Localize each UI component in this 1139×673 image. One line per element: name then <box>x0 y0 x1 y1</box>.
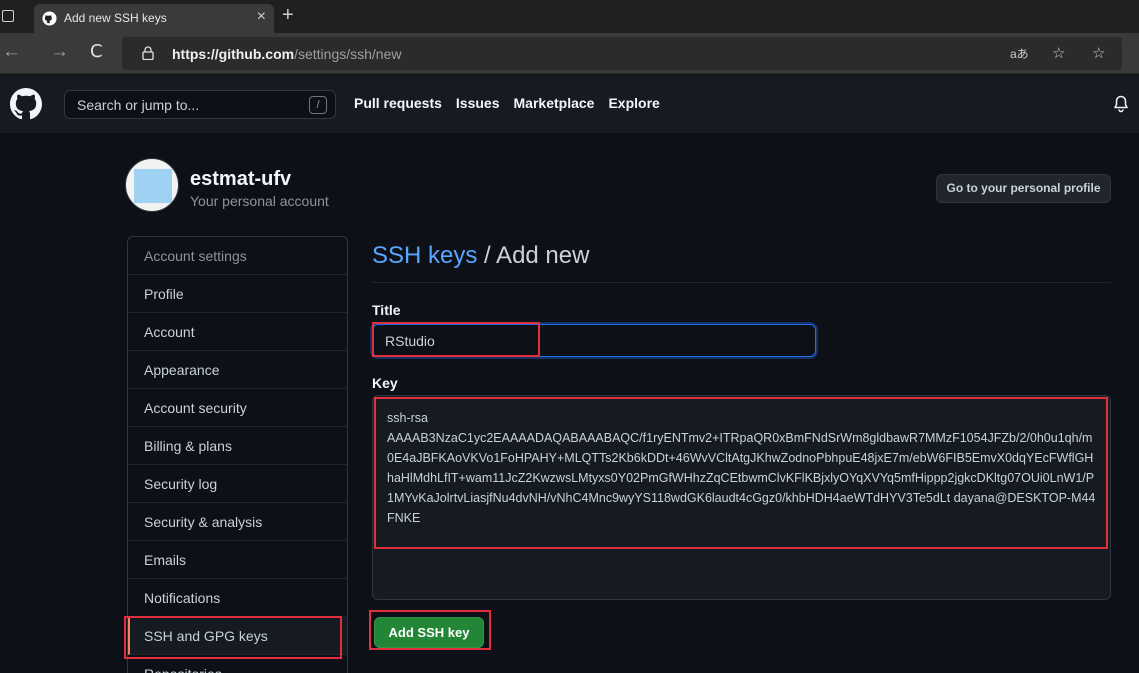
add-favorite-icon[interactable]: ☆ <box>1052 45 1065 63</box>
sidebar-heading: Account settings <box>128 237 347 275</box>
go-to-profile-button[interactable]: Go to your personal profile <box>936 174 1111 203</box>
nav-explore[interactable]: Explore <box>608 95 659 111</box>
breadcrumb-current: / Add new <box>477 242 590 269</box>
breadcrumb-ssh-keys-link[interactable]: SSH keys <box>372 242 477 269</box>
nav-marketplace[interactable]: Marketplace <box>514 95 595 111</box>
sidebar-item-security-analysis[interactable]: Security & analysis <box>128 503 347 541</box>
title-divider <box>372 282 1111 283</box>
search-shortcut-key: / <box>309 96 327 114</box>
tab-title: Add new SSH keys <box>64 11 167 25</box>
sidebar-item-security-log[interactable]: Security log <box>128 465 347 503</box>
browser-tab[interactable]: Add new SSH keys × <box>34 4 274 33</box>
window-menu-icon[interactable] <box>2 10 14 22</box>
sidebar-item-profile[interactable]: Profile <box>128 275 347 313</box>
key-label: Key <box>372 375 398 391</box>
sidebar-item-repositories[interactable]: Repositories <box>128 655 347 673</box>
sidebar-item-billing[interactable]: Billing & plans <box>128 427 347 465</box>
url-path: /settings/ssh/new <box>294 46 402 62</box>
new-tab-icon[interactable]: + <box>282 3 294 27</box>
browser-tab-strip: Add new SSH keys × + <box>0 0 1139 33</box>
sidebar-item-account-security[interactable]: Account security <box>128 389 347 427</box>
back-icon[interactable]: ← <box>2 41 21 63</box>
browser-toolbar: ← → C https://github.com/settings/ssh/ne… <box>0 33 1139 74</box>
search-input[interactable]: Search or jump to... / <box>64 90 336 119</box>
global-nav: Pull requests Issues Marketplace Explore <box>354 95 674 111</box>
nav-issues[interactable]: Issues <box>456 95 500 111</box>
read-aloud-icon[interactable]: aあ <box>1010 45 1029 63</box>
settings-sidebar: Account settings Profile Account Appeara… <box>127 236 348 673</box>
github-header: Search or jump to... / Pull requests Issu… <box>0 75 1139 133</box>
avatar-image <box>134 169 172 203</box>
sidebar-item-appearance[interactable]: Appearance <box>128 351 347 389</box>
title-field[interactable] <box>372 324 816 357</box>
url-text: https://github.com/settings/ssh/new <box>172 46 401 62</box>
account-subtitle: Your personal account <box>190 193 329 209</box>
sidebar-item-account[interactable]: Account <box>128 313 347 351</box>
sidebar-item-emails[interactable]: Emails <box>128 541 347 579</box>
search-placeholder: Search or jump to... <box>77 97 200 113</box>
page-title: SSH keys / Add new <box>372 242 589 270</box>
lock-icon <box>142 46 154 60</box>
github-logo-icon[interactable] <box>10 88 42 120</box>
key-textarea[interactable]: ssh-rsa AAAAB3NzaC1yc2EAAAADAQABAAABAQC/… <box>372 395 1111 600</box>
nav-pull-requests[interactable]: Pull requests <box>354 95 442 111</box>
url-host: https://github.com <box>172 46 295 62</box>
forward-icon[interactable]: → <box>50 41 69 63</box>
favorites-icon[interactable]: ☆ <box>1092 45 1105 63</box>
avatar[interactable] <box>125 158 179 212</box>
title-label: Title <box>372 302 401 318</box>
account-username[interactable]: estmat-ufv <box>190 168 291 191</box>
refresh-icon[interactable]: C <box>90 41 103 63</box>
address-bar[interactable]: https://github.com/settings/ssh/new aあ ☆… <box>122 37 1122 70</box>
add-ssh-key-button[interactable]: Add SSH key <box>374 617 484 648</box>
github-favicon-icon <box>42 11 57 26</box>
sidebar-item-notifications[interactable]: Notifications <box>128 579 347 617</box>
notifications-bell-icon[interactable] <box>1113 95 1129 113</box>
close-tab-icon[interactable]: × <box>257 8 266 26</box>
sidebar-item-ssh-gpg-keys[interactable]: SSH and GPG keys <box>128 617 347 655</box>
